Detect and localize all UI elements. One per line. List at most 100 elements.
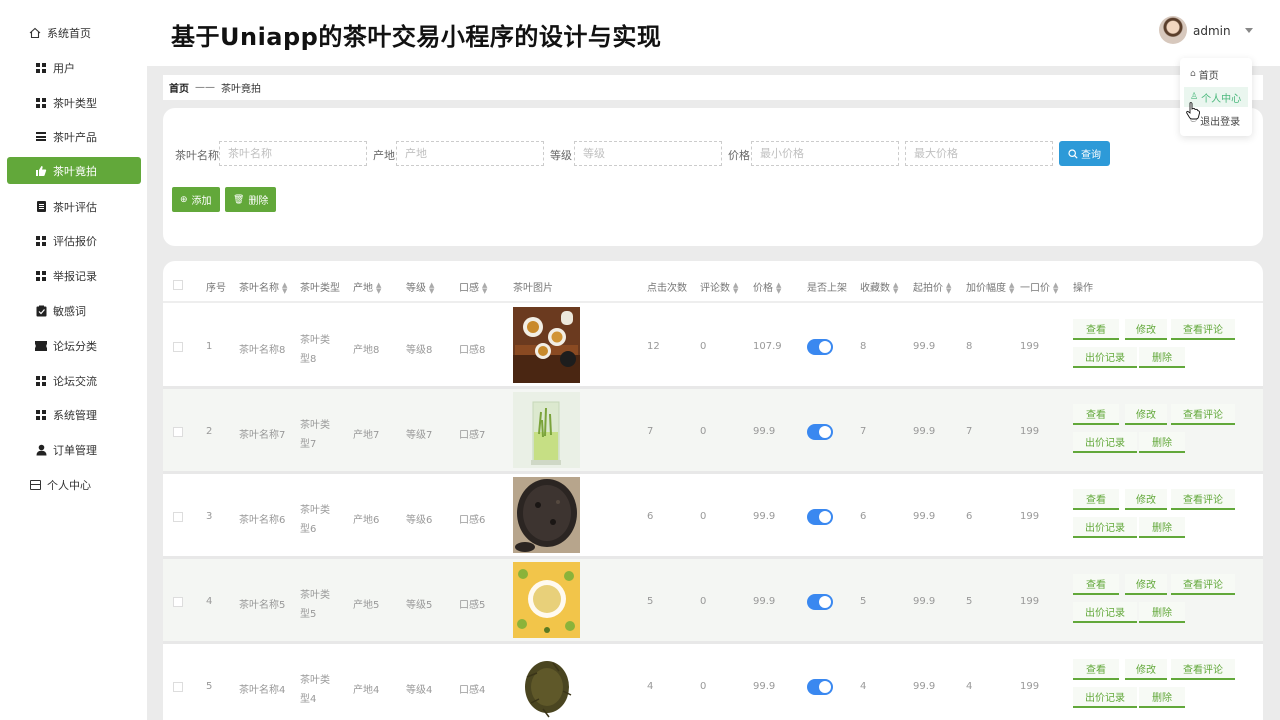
name-input[interactable]	[219, 141, 367, 166]
th-comments[interactable]: 评论数 ▲ ▼	[700, 279, 739, 295]
cell-type-line1: 茶叶类	[300, 675, 330, 686]
table-row[interactable]: 5 茶叶名称4 茶叶类 型4 产地4 等级4 口感4 4 0 99.9 4 99.9 4 199 查看 修改查…	[163, 644, 1263, 720]
view-comments-button[interactable]: 查看评论	[1171, 319, 1235, 340]
row-delete-button[interactable]: 删除	[1139, 432, 1185, 453]
sort-icon: ▲ ▼	[376, 281, 382, 295]
cell-price: 99.9	[753, 596, 776, 607]
edit-button[interactable]: 修改	[1125, 319, 1167, 340]
user-dropdown-menu: ⌂ 首页 ♙ 个人中心 ⎋ 退出登录	[1180, 58, 1252, 136]
sidebar-item-tea-auction[interactable]: 茶叶竟拍	[7, 157, 141, 184]
user-name[interactable]: admin	[1193, 24, 1231, 38]
sidebar-item-home[interactable]: 系统首页	[7, 19, 141, 46]
view-button[interactable]: 查看	[1073, 489, 1119, 510]
row-delete-button[interactable]: 删除	[1139, 347, 1185, 368]
bid-records-button[interactable]: 出价记录	[1073, 517, 1137, 538]
th-image: 茶叶图片	[513, 283, 553, 294]
row-checkbox[interactable]	[173, 427, 183, 437]
breadcrumb-home[interactable]: 首页	[169, 80, 189, 95]
sidebar-item-system[interactable]: 系统管理	[7, 401, 141, 428]
sidebar-item-users[interactable]: 用户	[7, 54, 141, 81]
sort-icon: ▲ ▼	[1009, 281, 1015, 295]
sidebar-item-reports[interactable]: 举报记录	[7, 262, 141, 289]
query-button[interactable]: 查询	[1059, 141, 1110, 166]
edit-button[interactable]: 修改	[1125, 659, 1167, 680]
bid-records-button[interactable]: 出价记录	[1073, 602, 1137, 623]
view-button[interactable]: 查看	[1073, 574, 1119, 595]
table-row[interactable]: 2 茶叶名称7 茶叶类 型7 产地7 等级7 口感7 7 0 99.9 7 99.9 7 199 查看 修改查…	[163, 389, 1263, 474]
avatar[interactable]	[1159, 16, 1187, 44]
cell-comments: 0	[700, 426, 707, 437]
view-comments-button[interactable]: 查看评论	[1171, 659, 1235, 680]
sidebar-item-forum-categories[interactable]: 论坛分类	[7, 332, 141, 359]
sort-icon: ▲ ▼	[482, 281, 488, 295]
sidebar-item-tea-types[interactable]: 茶叶类型	[7, 89, 141, 116]
th-increment[interactable]: 加价幅度 ▲ ▼	[966, 279, 1015, 295]
row-delete-button[interactable]: 删除	[1139, 602, 1185, 623]
dropdown-item-home[interactable]: ⌂ 首页	[1184, 64, 1248, 84]
select-all-checkbox[interactable]	[173, 280, 183, 290]
sidebar-item-forum[interactable]: 论坛交流	[7, 367, 141, 394]
listed-toggle[interactable]	[807, 594, 833, 610]
edit-button[interactable]: 修改	[1125, 489, 1167, 510]
add-button[interactable]: ⊕ 添加	[172, 187, 220, 212]
grade-input[interactable]	[574, 141, 722, 166]
th-origin[interactable]: 产地 ▲ ▼	[353, 279, 382, 295]
edit-button[interactable]: 修改	[1125, 404, 1167, 425]
row-delete-button[interactable]: 删除	[1139, 517, 1185, 538]
sidebar-item-tea-products[interactable]: 茶叶产品	[7, 123, 141, 150]
bid-records-button[interactable]: 出价记录	[1073, 687, 1137, 708]
max-price-input[interactable]	[905, 141, 1053, 166]
view-button[interactable]: 查看	[1073, 659, 1119, 680]
th-label: 口感	[459, 283, 479, 294]
th-buyout[interactable]: 一口价 ▲ ▼	[1020, 279, 1058, 295]
table-row[interactable]: 1 茶叶名称8 茶叶类 型8 产地8 等级8 口感8 12 0 107.9 8 99.9 8 199 查看修…	[163, 304, 1263, 389]
grid-icon	[35, 270, 47, 282]
th-price[interactable]: 价格 ▲ ▼	[753, 279, 781, 295]
origin-input[interactable]	[396, 141, 544, 166]
sidebar-item-orders[interactable]: 订单管理	[7, 436, 141, 463]
view-comments-button[interactable]: 查看评论	[1171, 574, 1235, 595]
view-comments-button[interactable]: 查看评论	[1171, 489, 1235, 510]
sort-icon: ▲ ▼	[733, 281, 739, 295]
dropdown-item-label: 退出登录	[1200, 116, 1241, 128]
th-start-price[interactable]: 起拍价 ▲ ▼	[913, 279, 951, 295]
row-checkbox[interactable]	[173, 342, 183, 352]
view-button[interactable]: 查看	[1073, 319, 1119, 340]
sidebar-item-evaluation-quotes[interactable]: 评估报价	[7, 227, 141, 254]
row-delete-button[interactable]: 删除	[1139, 687, 1185, 708]
sidebar-item-label: 论坛分类	[53, 339, 97, 353]
bid-records-button[interactable]: 出价记录	[1073, 347, 1137, 368]
caret-down-icon[interactable]	[1245, 28, 1253, 33]
row-checkbox[interactable]	[173, 512, 183, 522]
cell-origin: 产地7	[353, 430, 380, 441]
row-checkbox[interactable]	[173, 682, 183, 692]
bid-records-button[interactable]: 出价记录	[1073, 432, 1137, 453]
cell-origin: 产地6	[353, 515, 380, 526]
listed-toggle[interactable]	[807, 509, 833, 525]
min-price-input[interactable]	[751, 141, 899, 166]
sidebar-item-sensitive-words[interactable]: 敏感词	[7, 297, 141, 324]
sidebar-item-profile[interactable]: 个人中心	[7, 471, 141, 498]
cell-index: 2	[206, 426, 213, 437]
trash-icon: 🗑	[233, 194, 245, 204]
th-taste[interactable]: 口感 ▲ ▼	[459, 279, 488, 295]
th-grade[interactable]: 等级 ▲ ▼	[406, 279, 434, 295]
cell-price: 99.9	[753, 426, 776, 437]
edit-button[interactable]: 修改	[1125, 574, 1167, 595]
sidebar-item-tea-evaluation[interactable]: 茶叶评估	[7, 193, 141, 220]
view-comments-button[interactable]: 查看评论	[1171, 404, 1235, 425]
listed-toggle[interactable]	[807, 424, 833, 440]
row-checkbox[interactable]	[173, 597, 183, 607]
sidebar: 系统首页 用户 茶叶类型 茶叶产品 茶叶竟拍 茶叶评估 评估报价 举报记录 敏感…	[0, 0, 147, 720]
th-favorites[interactable]: 收藏数 ▲ ▼	[860, 279, 898, 295]
th-name[interactable]: 茶叶名称 ▲ ▼	[239, 279, 287, 295]
table-row[interactable]: 3 茶叶名称6 茶叶类 型6 产地6 等级6 口感6 6 0 99.9 6 99.9 6 199 查看 修改查…	[163, 474, 1263, 559]
listed-toggle[interactable]	[807, 339, 833, 355]
table-row[interactable]: 4 茶叶名称5 茶叶类 型5 产地5 等级5 口感5 5 0 99.9 5 99.9 5 199 查看 修改查…	[163, 559, 1263, 644]
delete-button[interactable]: 🗑 删除	[225, 187, 277, 212]
plus-circle-icon: ⊕	[180, 194, 188, 204]
view-button[interactable]: 查看	[1073, 404, 1119, 425]
listed-toggle[interactable]	[807, 679, 833, 695]
cell-type-line1: 茶叶类	[300, 335, 330, 346]
cell-type-line2: 型7	[300, 439, 317, 450]
